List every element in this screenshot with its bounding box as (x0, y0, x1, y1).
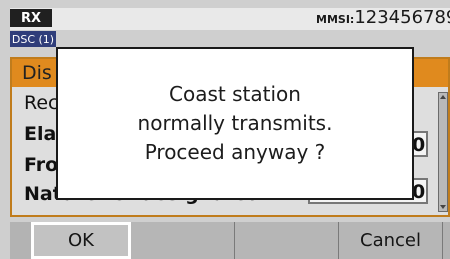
dialog-message-line: Coast station (169, 82, 301, 106)
mmsi-value: 123456789 (354, 7, 450, 28)
scroll-up-icon (440, 95, 446, 99)
radio-display: RX MMSI: 123456789 DSC (1) Dis Rec Ela F… (0, 0, 450, 259)
softkey-empty-3[interactable] (235, 222, 339, 259)
confirmation-dialog: Coast station normally transmits. Procee… (56, 47, 414, 200)
background-row-elapsed: Ela (24, 123, 57, 145)
dialog-message-line: normally transmits. (137, 111, 333, 135)
background-row-from: Fro (24, 154, 59, 176)
dsc-message-count: DSC (1) (10, 31, 56, 47)
scrollbar[interactable] (438, 92, 448, 212)
mmsi-label: MMSI: (316, 13, 355, 26)
cancel-button[interactable]: Cancel (339, 222, 443, 259)
dialog-message-line: Proceed anyway ? (144, 140, 326, 164)
mmsi-display: MMSI: 123456789 (316, 7, 450, 31)
softkey-empty-2[interactable] (131, 222, 235, 259)
ok-button[interactable]: OK (31, 222, 131, 259)
rx-indicator: RX (10, 9, 52, 27)
scroll-down-icon (440, 205, 446, 209)
background-row-received: Rec (24, 92, 59, 114)
